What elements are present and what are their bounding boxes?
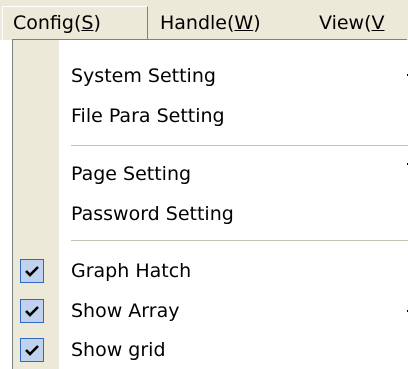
app-window: Config(S) Handle(W) View(V System Settin…	[0, 0, 408, 369]
checkmark-icon	[25, 306, 39, 317]
checked-indicator	[20, 259, 44, 283]
menu-item-password-setting[interactable]: Password Setting	[13, 195, 408, 233]
menu-item-label: Graph Hatch	[71, 260, 192, 282]
menu-item-label: Page Setting	[71, 163, 192, 185]
menu-handle-prefix: Handle(	[160, 12, 235, 34]
menu-item-label: Password Setting	[71, 203, 234, 225]
menu-handle[interactable]: Handle(W)	[150, 6, 271, 40]
menu-separator	[71, 145, 408, 146]
menu-item-label: Show grid	[71, 339, 166, 361]
menu-view-accel: V	[371, 12, 385, 34]
menu-config-prefix: Config(	[13, 12, 82, 34]
config-dropdown-menu: System Setting File Para Setting Page Se…	[12, 39, 408, 369]
menu-item-system-setting[interactable]: System Setting	[13, 57, 408, 95]
menu-item-show-grid[interactable]: Show grid	[13, 331, 408, 369]
menu-item-show-array[interactable]: Show Array	[13, 292, 408, 330]
menu-handle-suffix: )	[253, 12, 261, 34]
menu-config-suffix: )	[93, 12, 101, 34]
menu-item-label: System Setting	[71, 65, 216, 87]
checkmark-icon	[25, 345, 39, 356]
menu-view-prefix: View(	[319, 12, 372, 34]
checked-indicator	[20, 299, 44, 323]
menu-view[interactable]: View(V	[309, 6, 395, 40]
menu-item-label: File Para Setting	[71, 105, 225, 127]
menu-config[interactable]: Config(S)	[2, 6, 148, 40]
menu-separator	[71, 240, 408, 241]
menu-handle-accel: W	[234, 12, 254, 34]
menu-bar: Config(S) Handle(W) View(V	[0, 0, 408, 40]
menu-item-label: Show Array	[71, 300, 180, 322]
menu-item-file-para-setting[interactable]: File Para Setting	[13, 97, 408, 135]
checkmark-icon	[25, 266, 39, 277]
checked-indicator	[20, 338, 44, 362]
menu-config-accel: S	[81, 12, 94, 34]
menu-item-graph-hatch[interactable]: Graph Hatch	[13, 252, 408, 290]
menu-item-page-setting[interactable]: Page Setting	[13, 155, 408, 193]
